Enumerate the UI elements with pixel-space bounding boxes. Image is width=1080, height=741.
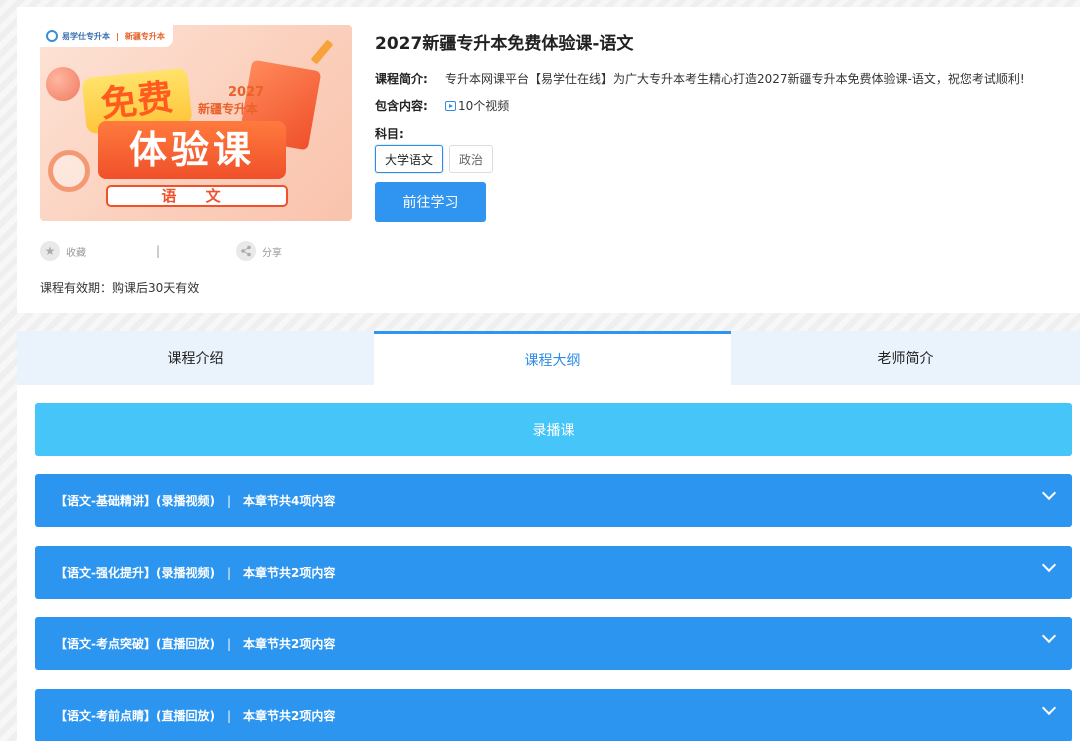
chapter-count: 本章节共2项内容 (243, 566, 336, 580)
tab-teacher-intro[interactable]: 老师简介 (731, 331, 1080, 385)
chapter-row[interactable]: 【语文-强化提升】(录播视频) | 本章节共2项内容 (35, 546, 1072, 599)
brand-text: 易学仕专升本 (62, 31, 110, 41)
chapter-separator: | (226, 636, 231, 651)
chapter-separator: | (226, 493, 231, 508)
chevron-down-icon[interactable] (1041, 557, 1057, 573)
course-info-card: 易学仕专升本 | 新疆专升本 免费 2027 新疆专升本 体验课 语 文 ★ 收… (17, 7, 1080, 313)
logo-icon (46, 30, 58, 42)
chapter-title: 【语文-强化提升】(录播视频) (55, 566, 215, 580)
tab-course-intro[interactable]: 课程介绍 (17, 331, 374, 385)
video-count: 10个视频 (445, 97, 509, 114)
course-detail-panel: 课程介绍 课程大纲 老师简介 录播课 【语文-基础精讲】(录播视频) | 本章节… (17, 331, 1080, 741)
favorite-button[interactable]: ★ 收藏 (40, 241, 86, 261)
share-icon (236, 241, 257, 261)
chapter-count: 本章节共2项内容 (243, 637, 336, 651)
course-intro-label: 课程简介: (375, 72, 428, 86)
chevron-down-icon[interactable] (1041, 700, 1057, 716)
subject-tag-politics[interactable]: 政治 (449, 145, 494, 173)
cover-trial-text: 体验课 (98, 121, 286, 179)
chapter-title: 【语文-基础精讲】(录播视频) (55, 494, 215, 508)
chapter-row[interactable]: 【语文-基础精讲】(录播视频) | 本章节共4项内容 (35, 474, 1072, 527)
action-divider: | (156, 244, 161, 258)
chapter-separator: | (226, 708, 231, 723)
brand-logo: 易学仕专升本 | 新疆专升本 (40, 25, 173, 47)
chapter-count: 本章节共2项内容 (243, 709, 336, 723)
cover-subject-text: 语 文 (106, 185, 288, 207)
cover-year: 2027 (228, 85, 265, 100)
brand-separator: | (116, 31, 119, 41)
subject-tags: 大学语文 政治 (375, 145, 494, 173)
decoration-pencil (310, 39, 334, 65)
course-intro-text: 专升本网课平台【易学仕在线】为广大专升本考生精心打造2027新疆专升本免费体验课… (445, 72, 1025, 86)
chapter-count: 本章节共4项内容 (243, 494, 336, 508)
course-content-label: 包含内容: (375, 99, 428, 113)
subject-tag-chinese[interactable]: 大学语文 (375, 145, 444, 173)
video-play-icon (445, 100, 456, 111)
course-intro-row: 课程简介: 专升本网课平台【易学仕在线】为广大专升本考生精心打造2027新疆专升… (375, 70, 1025, 87)
cover-actions: ★ 收藏 | 分享 (40, 239, 290, 263)
course-validity: 课程有效期：购课后30天有效 (40, 281, 200, 295)
tab-course-outline[interactable]: 课程大纲 (374, 331, 731, 385)
course-content-row: 包含内容: 10个视频 (375, 97, 509, 114)
chapter-row[interactable]: 【语文-考前点睛】(直播回放) | 本章节共2项内容 (35, 689, 1072, 741)
brand-tag: 新疆专升本 (124, 31, 165, 41)
detail-tabs: 课程介绍 课程大纲 老师简介 (17, 331, 1080, 385)
course-title: 2027新疆专升本免费体验课-语文 (375, 34, 634, 54)
start-study-button[interactable]: 前往学习 (375, 182, 486, 222)
recorded-course-header[interactable]: 录播课 (35, 403, 1072, 456)
magnifier-icon (48, 150, 90, 192)
chevron-down-icon[interactable] (1041, 628, 1057, 644)
share-button[interactable]: 分享 (236, 241, 282, 261)
chapter-title: 【语文-考点突破】(直播回放) (55, 637, 215, 651)
course-cover-image[interactable]: 易学仕专升本 | 新疆专升本 免费 2027 新疆专升本 体验课 语 文 (40, 25, 352, 221)
chapter-row[interactable]: 【语文-考点突破】(直播回放) | 本章节共2项内容 (35, 617, 1072, 670)
chapter-separator: | (226, 565, 231, 580)
decoration-ball (46, 67, 80, 101)
subject-label: 科目: (375, 127, 404, 141)
video-count-text: 10个视频 (458, 99, 510, 113)
favorite-label: 收藏 (66, 247, 86, 259)
cover-region: 新疆专升本 (198, 102, 259, 116)
share-label: 分享 (262, 247, 283, 259)
star-icon: ★ (40, 241, 60, 261)
chevron-down-icon[interactable] (1041, 485, 1057, 501)
chapter-title: 【语文-考前点睛】(直播回放) (55, 709, 215, 723)
